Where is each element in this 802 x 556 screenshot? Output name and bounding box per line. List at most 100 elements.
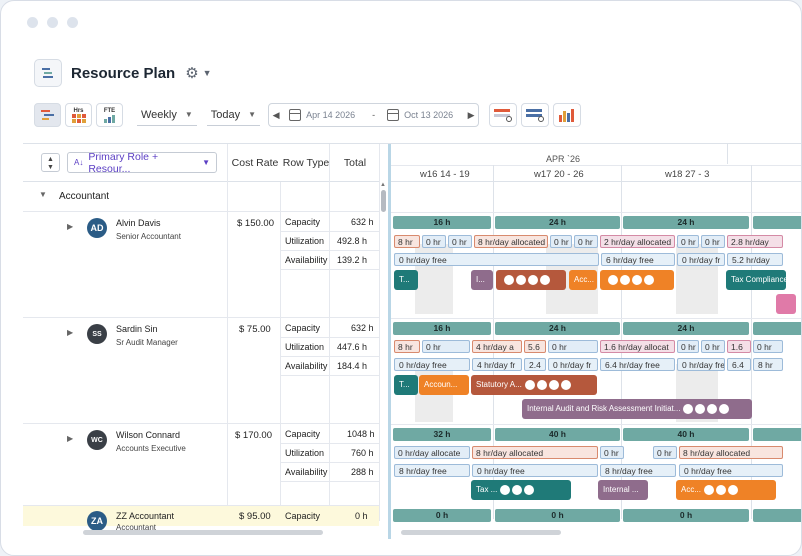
utilization-bar[interactable]: 0 hr	[677, 235, 699, 248]
kpi-button[interactable]	[553, 103, 582, 127]
capacity-bar[interactable]: 24 h	[495, 322, 620, 335]
availability-bar[interactable]: 0 hr/day free	[394, 253, 599, 266]
availability-bar[interactable]: 6.4 hr/day free	[600, 358, 675, 371]
task-bar[interactable]: Tax Compliance	[726, 270, 786, 290]
collapse-icon[interactable]: ▼	[39, 190, 47, 199]
scroll-thumb[interactable]	[380, 190, 386, 212]
availability-bar[interactable]: 0 hr/day free	[679, 464, 783, 477]
capacity-bar[interactable]	[753, 216, 801, 229]
calendar-icon[interactable]	[289, 109, 302, 121]
capacity-bar[interactable]: 16 h	[393, 216, 491, 229]
resource-name[interactable]: Wilson Connard	[116, 430, 180, 440]
calendar-icon[interactable]	[387, 109, 400, 121]
availability-bar[interactable]: 5.2 hr/day	[727, 253, 783, 266]
expand-icon[interactable]: ▶	[67, 328, 73, 337]
resource-name[interactable]: Alvin Davis	[116, 218, 161, 228]
window-dot[interactable]	[47, 17, 58, 28]
utilization-bar[interactable]: 5.6	[524, 340, 546, 353]
start-date[interactable]: Apr 14 2026	[306, 110, 366, 120]
availability-bar[interactable]: 0 hr/day fr	[548, 358, 598, 371]
utilization-bar[interactable]: 0 hr	[653, 446, 677, 459]
timeline-horizontal-scrollbar[interactable]	[401, 530, 561, 535]
chevron-right-icon[interactable]: ▶	[464, 110, 478, 121]
task-bar[interactable]: Acc...	[569, 270, 597, 290]
utilization-bar[interactable]: 0 hr	[548, 340, 598, 353]
task-bar[interactable]	[600, 270, 674, 290]
capacity-bar[interactable]: 24 h	[623, 322, 749, 335]
capacity-bar[interactable]: 0 h	[393, 509, 491, 522]
capacity-bar[interactable]: 32 h	[393, 428, 491, 441]
utilization-bar[interactable]: 0 hr	[574, 235, 598, 248]
window-dot[interactable]	[67, 17, 78, 28]
utilization-bar[interactable]: 0 hr	[422, 340, 470, 353]
capacity-bar[interactable]: 0 h	[623, 509, 749, 522]
horizontal-scrollbar[interactable]	[83, 530, 323, 535]
utilization-bar[interactable]: 8 hr/day allocated	[472, 446, 598, 459]
availability-bar[interactable]: 8 hr/day free	[394, 464, 470, 477]
hours-view-button[interactable]: Hrs	[65, 103, 92, 127]
row-settings-button[interactable]	[489, 103, 518, 127]
expand-icon[interactable]: ▶	[67, 434, 73, 443]
capacity-bar[interactable]: 0 h	[495, 509, 620, 522]
total-header[interactable]: Total	[331, 144, 379, 182]
availability-bar[interactable]: 6.4	[727, 358, 751, 371]
utilization-bar[interactable]: 4 hr/day a	[472, 340, 522, 353]
task-bar[interactable]	[776, 294, 796, 314]
vertical-scrollbar[interactable]: ▲	[379, 182, 387, 522]
period-select[interactable]: Weekly ▼	[137, 104, 197, 126]
utilization-bar[interactable]: 0 hr	[422, 235, 446, 248]
sort-toggle[interactable]: ▲ ▼	[41, 153, 60, 172]
resource-name[interactable]: Sardin Sin	[116, 324, 158, 334]
resource-row[interactable]: ▶ WC Wilson Connard Accounts Executive $…	[23, 424, 379, 506]
utilization-bar[interactable]: 8 hr	[394, 235, 420, 248]
bar-settings-button[interactable]	[521, 103, 550, 127]
utilization-bar[interactable]: 0 hr	[753, 340, 783, 353]
chevron-down-icon[interactable]: ▼	[203, 68, 212, 78]
chevron-left-icon[interactable]: ◀	[269, 110, 283, 121]
availability-bar[interactable]: 0 hr/day free	[677, 358, 725, 371]
task-bar[interactable]: Statutory A...	[471, 375, 597, 395]
resource-row[interactable]: ▶ AD Alvin Davis Senior Accountant $ 150…	[23, 212, 379, 318]
utilization-bar[interactable]: 0 hr	[600, 446, 624, 459]
availability-bar[interactable]: 0 hr/day free	[472, 464, 598, 477]
capacity-bar[interactable]: 40 h	[495, 428, 620, 441]
utilization-bar[interactable]: 0 hr	[550, 235, 572, 248]
task-bar[interactable]: Internal ...	[598, 480, 648, 500]
availability-bar[interactable]: 6 hr/day free	[601, 253, 675, 266]
capacity-bar[interactable]	[753, 509, 801, 522]
gear-icon[interactable]: ⚙	[185, 64, 198, 82]
utilization-bar[interactable]: 0 hr	[677, 340, 699, 353]
window-dot[interactable]	[27, 17, 38, 28]
row-type-header[interactable]: Row Type	[281, 144, 331, 182]
capacity-bar[interactable]: 16 h	[393, 322, 491, 335]
availability-bar[interactable]: 4 hr/day fr	[472, 358, 522, 371]
resource-row[interactable]: ZA ZZ Accountant Accountant $ 95.00 Capa…	[23, 506, 379, 532]
utilization-bar[interactable]: 8 hr/day allocated	[679, 446, 783, 459]
today-select[interactable]: Today ▼	[206, 104, 261, 126]
fte-view-button[interactable]: FTE	[96, 103, 123, 127]
utilization-bar[interactable]: 0 hr	[701, 340, 725, 353]
task-bar[interactable]: T...	[394, 375, 418, 395]
utilization-bar[interactable]: 1.6	[727, 340, 751, 353]
task-bar[interactable]	[496, 270, 566, 290]
capacity-bar[interactable]	[753, 428, 801, 441]
task-bar[interactable]: Acc...	[676, 480, 776, 500]
availability-bar[interactable]: 8 hr/day free	[600, 464, 676, 477]
gantt-view-button[interactable]	[34, 103, 61, 127]
resource-row[interactable]: ▶ SS Sardin Sin Sr Audit Manager $ 75.00…	[23, 318, 379, 424]
task-bar[interactable]: Tax ...	[471, 480, 571, 500]
group-by-select[interactable]: A↓ Primary Role + Resour... ▼	[67, 151, 217, 175]
capacity-bar[interactable]: 24 h	[623, 216, 749, 229]
task-bar[interactable]: Internal Audit and Risk Assessment Initi…	[522, 399, 752, 419]
task-bar[interactable]: Accoun...	[419, 375, 469, 395]
capacity-bar[interactable]: 40 h	[623, 428, 749, 441]
expand-icon[interactable]: ▶	[67, 222, 73, 231]
capacity-bar[interactable]: 24 h	[495, 216, 620, 229]
scroll-up-icon[interactable]: ▲	[379, 182, 387, 188]
utilization-bar[interactable]: 0 hr	[701, 235, 725, 248]
utilization-bar[interactable]: 2.8 hr/day	[727, 235, 783, 248]
utilization-bar[interactable]: 1.6 hr/day allocat	[600, 340, 675, 353]
task-bar[interactable]: T...	[394, 270, 418, 290]
capacity-bar[interactable]	[753, 322, 801, 335]
availability-bar[interactable]: 8 hr	[753, 358, 783, 371]
